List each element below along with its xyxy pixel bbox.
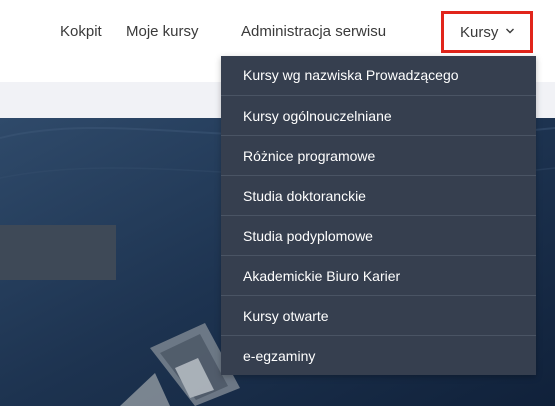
hero-overlay-panel <box>0 225 116 280</box>
nav-link-kokpit[interactable]: Kokpit <box>60 22 102 42</box>
dropdown-item-studia-podyplomowe[interactable]: Studia podyplomowe <box>221 215 536 255</box>
nav-menu-kursy[interactable]: Kursy <box>441 11 533 53</box>
chevron-down-icon <box>506 28 514 34</box>
nav-link-administracja[interactable]: Administracja serwisu <box>241 22 386 42</box>
dropdown-item-roznice-programowe[interactable]: Różnice programowe <box>221 135 536 175</box>
nav-menu-kursy-label: Kursy <box>460 24 499 41</box>
dropdown-item-e-egzaminy[interactable]: e-egzaminy <box>221 335 536 375</box>
nav-link-moje-kursy[interactable]: Moje kursy <box>126 22 199 42</box>
dropdown-item-kursy-otwarte[interactable]: Kursy otwarte <box>221 295 536 335</box>
dropdown-item-kursy-ogolnouczelniane[interactable]: Kursy ogólnouczelniane <box>221 95 536 135</box>
dropdown-item-studia-doktoranckie[interactable]: Studia doktoranckie <box>221 175 536 215</box>
dropdown-item-kursy-wg-nazwiska[interactable]: Kursy wg nazwiska Prowadzącego <box>221 56 536 95</box>
kursy-dropdown-menu: Kursy wg nazwiska Prowadzącego Kursy ogó… <box>221 56 536 375</box>
dropdown-item-biuro-karier[interactable]: Akademickie Biuro Karier <box>221 255 536 295</box>
